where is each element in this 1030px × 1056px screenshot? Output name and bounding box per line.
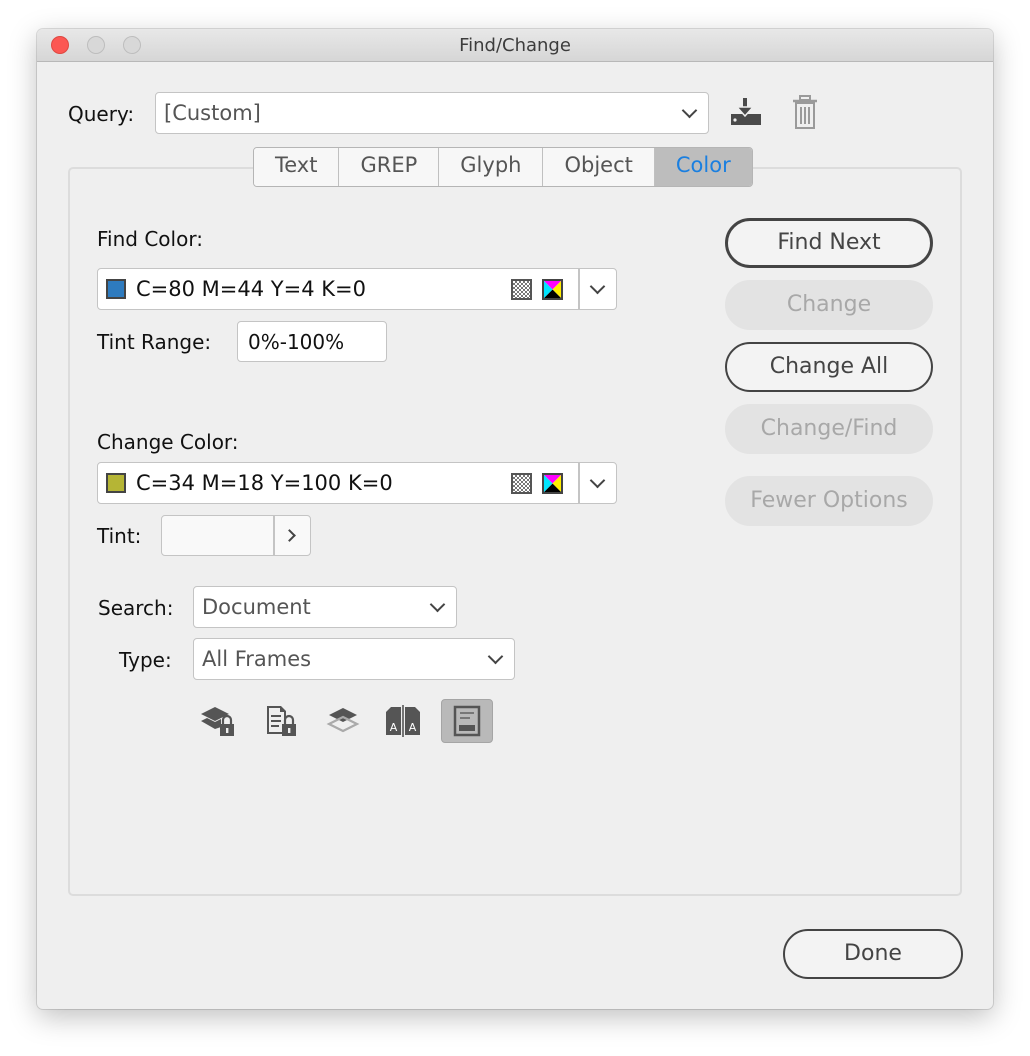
- query-value: [Custom]: [164, 101, 261, 125]
- find-change-dialog: Find/Change Query: [Custom] Text GREP Gl…: [37, 29, 993, 1009]
- locked-layers-icon: [201, 707, 234, 736]
- query-label: Query:: [68, 102, 135, 126]
- type-label: Type:: [119, 648, 172, 672]
- chevron-down-icon: [429, 596, 446, 613]
- find-color-value: C=80 M=44 Y=4 K=0: [136, 277, 366, 301]
- chevron-down-icon: [589, 278, 606, 295]
- include-locked-layers-toggle[interactable]: [195, 699, 243, 743]
- fewer-options-button[interactable]: Fewer Options: [725, 476, 933, 526]
- change-button[interactable]: Change: [725, 280, 933, 330]
- save-query-icon[interactable]: [727, 96, 763, 128]
- change-color-label: Change Color:: [97, 430, 239, 454]
- svg-text:A: A: [390, 721, 398, 734]
- change-find-button[interactable]: Change/Find: [725, 404, 933, 454]
- cmyk-process-icon: [542, 473, 563, 494]
- search-dropdown[interactable]: Document: [193, 586, 457, 628]
- delete-query-icon[interactable]: [791, 94, 819, 130]
- dropdown-separator: [578, 269, 580, 309]
- chevron-down-icon: [487, 648, 504, 665]
- chevron-down-icon: [589, 472, 606, 489]
- find-next-button[interactable]: Find Next: [725, 218, 933, 268]
- include-locked-stories-toggle[interactable]: [257, 699, 305, 743]
- include-footnotes-toggle[interactable]: [441, 699, 493, 743]
- change-color-dropdown[interactable]: C=34 M=18 Y=100 K=0: [97, 462, 617, 504]
- tab-object[interactable]: Object: [543, 148, 655, 186]
- window-title: Find/Change: [459, 35, 571, 56]
- title-bar: Find/Change: [37, 29, 993, 62]
- tint-combo[interactable]: [161, 515, 311, 556]
- tint-separator: [273, 516, 275, 555]
- svg-text:A: A: [409, 721, 417, 734]
- master-pages-icon: A A: [386, 705, 420, 737]
- done-button[interactable]: Done: [783, 929, 963, 979]
- type-dropdown[interactable]: All Frames: [193, 638, 515, 680]
- dropdown-separator: [578, 463, 580, 503]
- tab-glyph[interactable]: Glyph: [439, 148, 544, 186]
- change-color-swatch: [106, 473, 126, 493]
- search-label: Search:: [98, 596, 174, 620]
- tint-range-input[interactable]: 0%-100%: [237, 321, 387, 362]
- locked-stories-icon: [267, 706, 296, 736]
- find-color-dropdown[interactable]: C=80 M=44 Y=4 K=0: [97, 268, 617, 310]
- footnotes-icon: [453, 705, 481, 737]
- tab-text[interactable]: Text: [254, 148, 340, 186]
- tab-bar: Text GREP Glyph Object Color: [253, 147, 753, 187]
- cmyk-process-icon: [542, 279, 563, 300]
- tint-label: Tint:: [97, 524, 142, 548]
- change-color-value: C=34 M=18 Y=100 K=0: [136, 471, 393, 495]
- tab-color[interactable]: Color: [654, 148, 752, 186]
- tint-swatch-icon: [511, 473, 532, 494]
- find-color-label: Find Color:: [97, 227, 203, 251]
- chevron-right-icon[interactable]: [283, 529, 296, 542]
- tint-swatch-icon: [511, 279, 532, 300]
- search-value: Document: [202, 595, 311, 619]
- include-hidden-layers-toggle[interactable]: [319, 699, 367, 743]
- find-color-swatch: [106, 279, 126, 299]
- tab-grep[interactable]: GREP: [339, 148, 440, 186]
- query-dropdown[interactable]: [Custom]: [155, 92, 709, 134]
- chevron-down-icon: [681, 102, 698, 119]
- tint-range-value: 0%-100%: [248, 330, 345, 354]
- change-all-button[interactable]: Change All: [725, 342, 933, 392]
- include-master-pages-toggle[interactable]: A A: [379, 699, 427, 743]
- type-value: All Frames: [202, 647, 312, 671]
- tint-range-label: Tint Range:: [97, 330, 212, 354]
- hidden-layers-icon: [326, 708, 360, 733]
